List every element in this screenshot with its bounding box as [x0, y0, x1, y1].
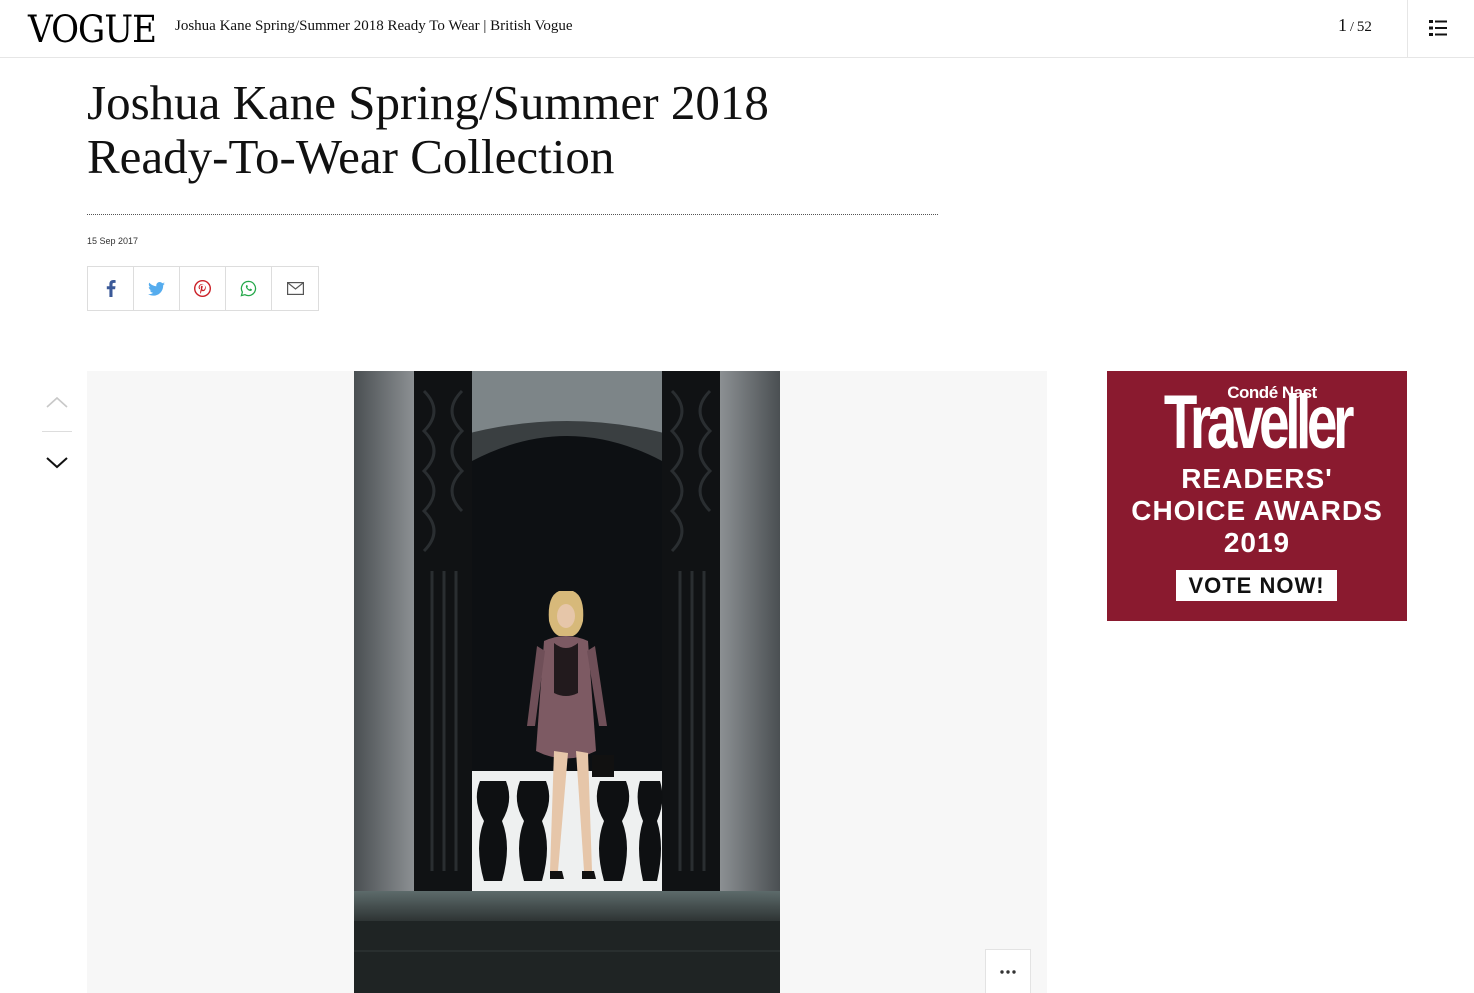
- runway-photo-illustration: [354, 371, 780, 993]
- header-page-title: Joshua Kane Spring/Summer 2018 Ready To …: [175, 18, 573, 34]
- site-header: VOGUE Joshua Kane Spring/Summer 2018 Rea…: [0, 0, 1474, 58]
- share-bar: [87, 266, 319, 311]
- email-icon: [286, 282, 304, 295]
- article-title-line-1: Joshua Kane Spring/Summer 2018: [87, 75, 769, 130]
- nav-divider: [42, 431, 72, 432]
- pinterest-icon: [194, 280, 211, 297]
- share-email-button[interactable]: [272, 267, 318, 310]
- chevron-down-icon: [46, 457, 68, 469]
- slide-counter: 1/52: [1338, 15, 1372, 36]
- article-title-line-2: Ready-To-Wear Collection: [87, 129, 615, 184]
- vogue-logo[interactable]: VOGUE: [28, 8, 157, 51]
- slide-counter-separator: /: [1350, 20, 1354, 35]
- ad-headline-2: CHOICE AWARDS: [1131, 495, 1383, 526]
- whatsapp-icon: [240, 280, 257, 297]
- more-dots-icon: [1000, 970, 1016, 974]
- facebook-icon: [106, 280, 116, 297]
- ad-vote-button[interactable]: VOTE NOW!: [1176, 570, 1337, 601]
- total-slides-number: 52: [1356, 19, 1372, 35]
- gallery-menu-button[interactable]: [1407, 0, 1467, 58]
- ad-brand-logo: Traveller: [1163, 380, 1355, 465]
- traveller-awards-ad[interactable]: Condé Nast Traveller READERS' CHOICE AWA…: [1107, 371, 1407, 621]
- share-twitter-button[interactable]: [134, 267, 180, 310]
- more-options-button[interactable]: [985, 949, 1031, 993]
- ad-headline-1: READERS': [1181, 463, 1333, 494]
- ad-headline-3: 2019: [1223, 527, 1291, 558]
- chevron-up-icon: [46, 396, 68, 408]
- previous-slide-button[interactable]: [42, 388, 72, 414]
- title-divider: [87, 214, 938, 215]
- list-menu-icon: [1429, 20, 1447, 36]
- next-slide-button[interactable]: [42, 450, 72, 476]
- share-facebook-button[interactable]: [88, 267, 134, 310]
- publish-date: 15 Sep 2017: [87, 236, 139, 246]
- share-whatsapp-button[interactable]: [226, 267, 272, 310]
- article-title: Joshua Kane Spring/Summer 2018 Ready-To-…: [87, 76, 947, 184]
- share-pinterest-button[interactable]: [180, 267, 226, 310]
- current-slide-number: 1: [1338, 15, 1347, 35]
- gallery-slide: [87, 371, 1047, 993]
- runway-photo[interactable]: [354, 371, 780, 993]
- twitter-icon: [148, 281, 165, 296]
